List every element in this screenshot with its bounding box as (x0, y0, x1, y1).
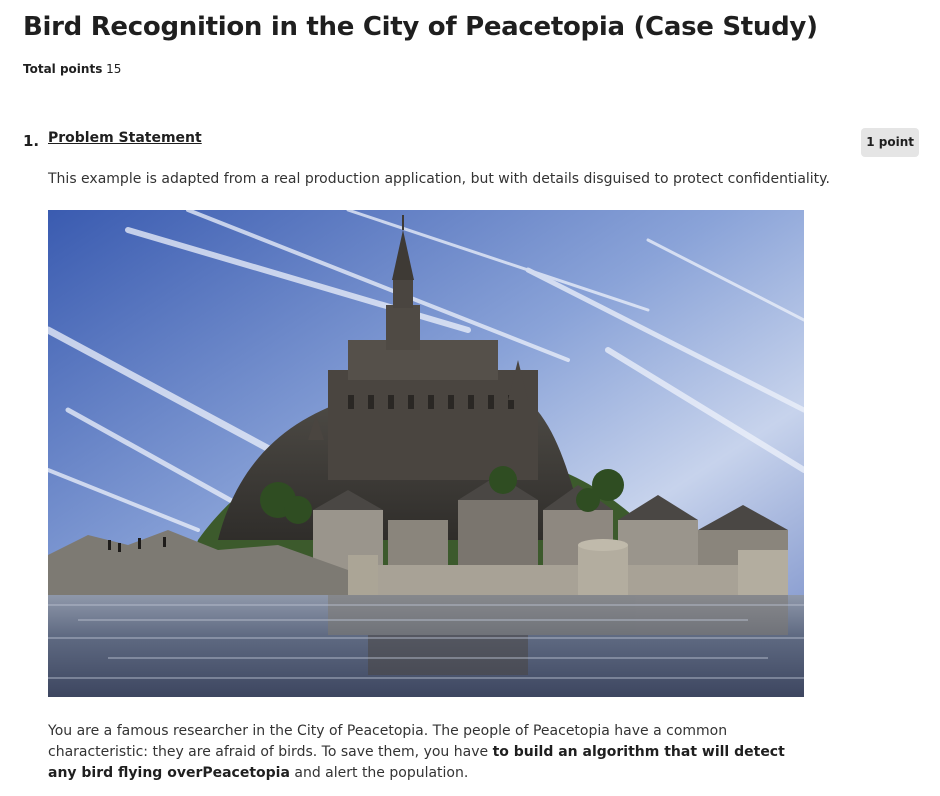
question-title: Problem Statement (48, 130, 202, 146)
body-text-part2: and alert the population. (289, 765, 469, 781)
castle-island-photo (48, 210, 804, 697)
total-points-value: 15 (106, 62, 122, 76)
total-points: Total points 15 (23, 62, 121, 76)
points-badge: 1 point (861, 128, 919, 157)
page-title: Bird Recognition in the City of Peacetop… (23, 12, 818, 42)
question-body: You are a famous researcher in the City … (48, 721, 808, 784)
question-intro: This example is adapted from a real prod… (48, 171, 830, 187)
question-number: 1. (23, 132, 40, 150)
total-points-label: Total points (23, 62, 103, 76)
